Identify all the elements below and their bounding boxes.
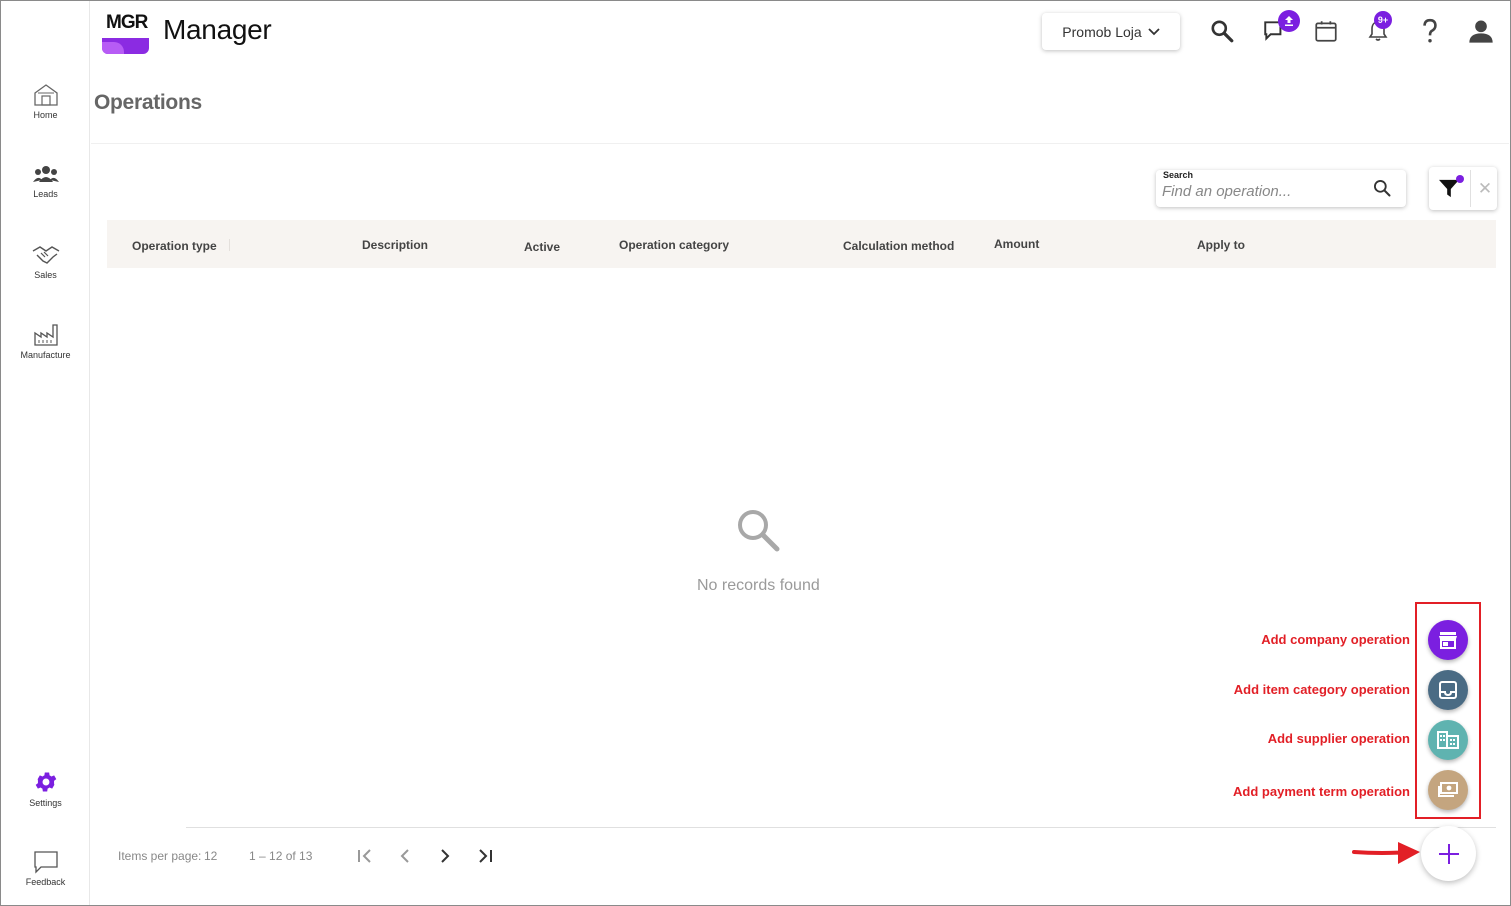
- last-page-icon: [479, 849, 492, 863]
- annotation-arrow: [1352, 838, 1424, 873]
- sidebar-item-label: Manufacture: [20, 350, 71, 360]
- search-input[interactable]: [1162, 180, 1362, 202]
- people-icon: [32, 166, 59, 182]
- calendar-icon: [1315, 21, 1337, 42]
- column-header-apply-to[interactable]: Apply to: [1197, 238, 1245, 252]
- store-selector-button[interactable]: Promob Loja: [1042, 13, 1180, 50]
- building-icon: [1437, 731, 1459, 749]
- search-icon: [1211, 20, 1234, 43]
- sidebar-item-manufacture[interactable]: Manufacture: [1, 323, 90, 360]
- sidebar-item-leads[interactable]: Leads: [1, 164, 90, 199]
- filter-control: ✕: [1429, 167, 1497, 210]
- store-selector-label: Promob Loja: [1062, 23, 1142, 40]
- previous-page-button[interactable]: [394, 845, 416, 867]
- column-header-operation-category[interactable]: Operation category: [619, 238, 729, 252]
- header-calendar-button[interactable]: [1311, 16, 1341, 46]
- divider: [1470, 170, 1471, 207]
- money-icon: [1438, 782, 1458, 797]
- add-item-category-operation-label[interactable]: Add item category operation: [1234, 682, 1410, 697]
- add-payment-term-operation-button[interactable]: [1428, 770, 1468, 810]
- column-header-amount[interactable]: Amount: [994, 237, 1039, 251]
- sidebar-item-sales[interactable]: Sales: [1, 243, 90, 280]
- add-supplier-operation-label[interactable]: Add supplier operation: [1268, 731, 1410, 746]
- inbox-icon: [1439, 681, 1457, 699]
- header-upload-messages-button[interactable]: [1260, 10, 1300, 46]
- chevron-left-icon: [400, 849, 409, 863]
- header-search-button[interactable]: [1207, 16, 1237, 46]
- sidebar-item-label: Feedback: [25, 877, 66, 887]
- gear-icon: [35, 772, 56, 792]
- add-payment-term-operation-label[interactable]: Add payment term operation: [1233, 784, 1410, 799]
- filter-active-dot: [1456, 175, 1464, 183]
- empty-state-text: No records found: [697, 577, 820, 594]
- chevron-right-icon: [441, 849, 450, 863]
- chat-bubble-icon: [33, 851, 58, 874]
- app-logo[interactable]: MGR: [100, 8, 150, 56]
- help-icon: [1423, 18, 1437, 43]
- column-header-description[interactable]: Description: [362, 238, 428, 252]
- sidebar-item-feedback[interactable]: Feedback: [1, 850, 90, 887]
- last-page-button[interactable]: [474, 845, 496, 867]
- sidebar-item-label: Settings: [29, 798, 62, 808]
- header-user-button[interactable]: [1466, 16, 1496, 46]
- column-header-operation-type[interactable]: Operation type: [132, 239, 217, 253]
- logo-shape: [102, 42, 124, 54]
- logo-text: MGR: [106, 12, 148, 33]
- user-icon: [1469, 20, 1493, 43]
- header-notifications-button[interactable]: 9+: [1363, 11, 1393, 46]
- sidebar-item-label: Sales: [34, 270, 57, 280]
- no-results-icon: [733, 505, 781, 558]
- search-field[interactable]: Search: [1156, 170, 1406, 207]
- factory-icon: [33, 324, 58, 346]
- page-title: Operations: [94, 91, 202, 114]
- first-page-icon: [358, 849, 371, 863]
- add-operation-fab[interactable]: [1421, 826, 1476, 881]
- home-icon: [33, 84, 58, 106]
- upload-icon: [1278, 10, 1300, 32]
- notification-badge: 9+: [1374, 11, 1392, 29]
- filter-button[interactable]: [1429, 167, 1469, 210]
- divider: [186, 827, 1496, 828]
- header-help-button[interactable]: [1415, 16, 1445, 46]
- add-company-operation-button[interactable]: [1428, 620, 1468, 660]
- sidebar-item-label: Home: [33, 110, 58, 120]
- column-header-active[interactable]: Active: [524, 240, 560, 254]
- handshake-icon: [32, 246, 59, 264]
- first-page-button[interactable]: [354, 845, 376, 867]
- sidebar-item-settings[interactable]: Settings: [1, 769, 90, 808]
- pagination-range: 1 – 12 of 13: [249, 849, 313, 863]
- items-per-page-label: Items per page:: [118, 849, 202, 863]
- app-title: Manager: [163, 14, 272, 45]
- sidebar: Home Leads Sales Manufacture Settings Fe…: [1, 1, 90, 905]
- plus-icon: [1438, 843, 1459, 864]
- close-icon: ✕: [1477, 178, 1493, 198]
- chevron-down-icon: [1148, 27, 1160, 35]
- search-submit-button[interactable]: [1372, 178, 1392, 203]
- storefront-icon: [1439, 632, 1457, 649]
- table-header: Operation type Description Active Operat…: [107, 220, 1496, 268]
- divider: [229, 239, 230, 251]
- search-icon: [1374, 180, 1391, 197]
- add-item-category-operation-button[interactable]: [1428, 670, 1468, 710]
- sidebar-item-label: Leads: [33, 189, 58, 199]
- next-page-button[interactable]: [434, 845, 456, 867]
- add-company-operation-label[interactable]: Add company operation: [1261, 632, 1410, 647]
- items-per-page-select[interactable]: 12: [204, 849, 217, 863]
- clear-filter-button[interactable]: ✕: [1473, 167, 1497, 210]
- column-header-calculation-method[interactable]: Calculation method: [843, 239, 954, 253]
- sidebar-item-home[interactable]: Home: [1, 83, 90, 120]
- add-supplier-operation-button[interactable]: [1428, 720, 1468, 760]
- search-label: Search: [1163, 170, 1194, 180]
